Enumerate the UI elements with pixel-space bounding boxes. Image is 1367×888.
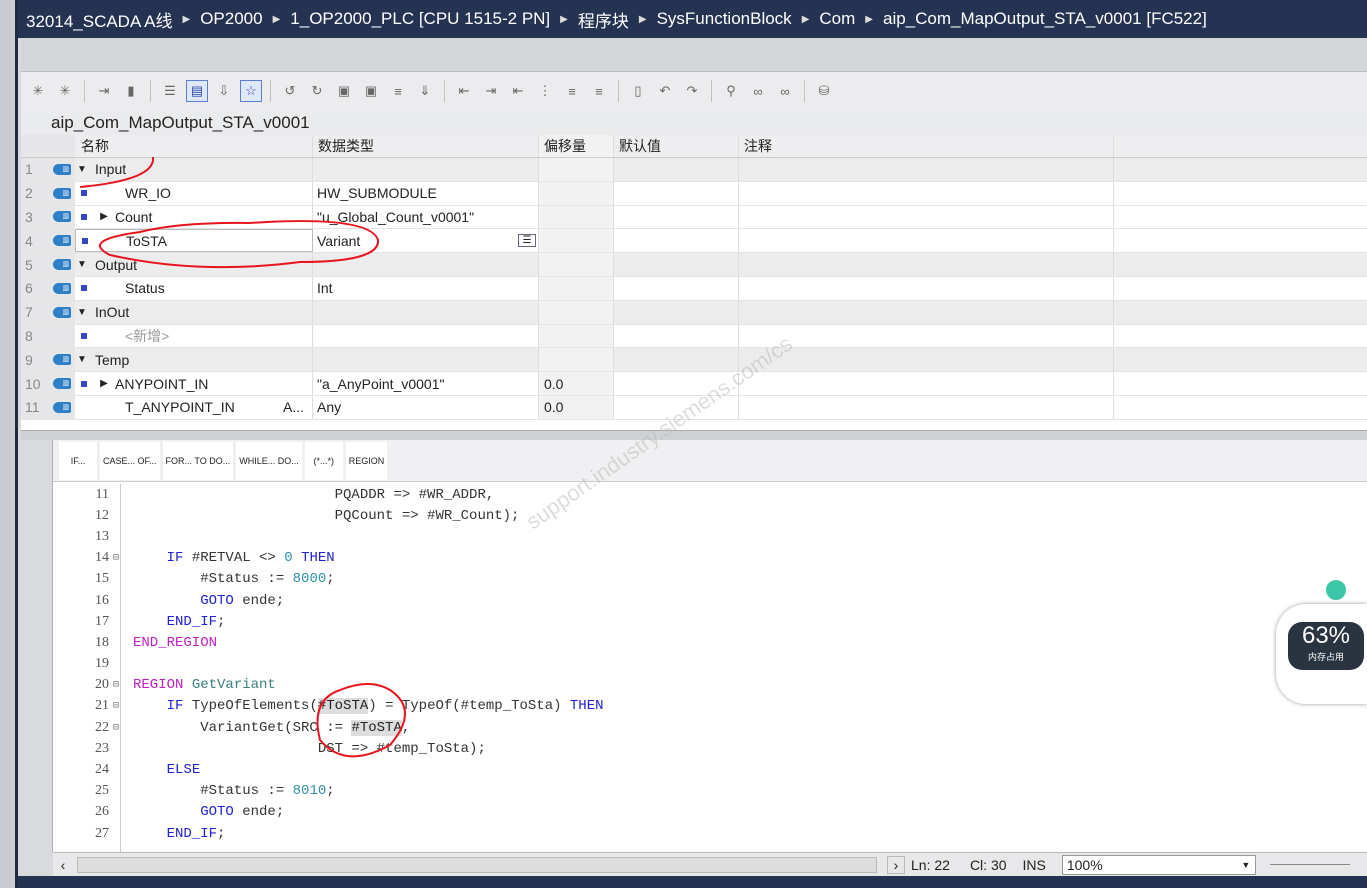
red-annotation — [79, 156, 406, 758]
